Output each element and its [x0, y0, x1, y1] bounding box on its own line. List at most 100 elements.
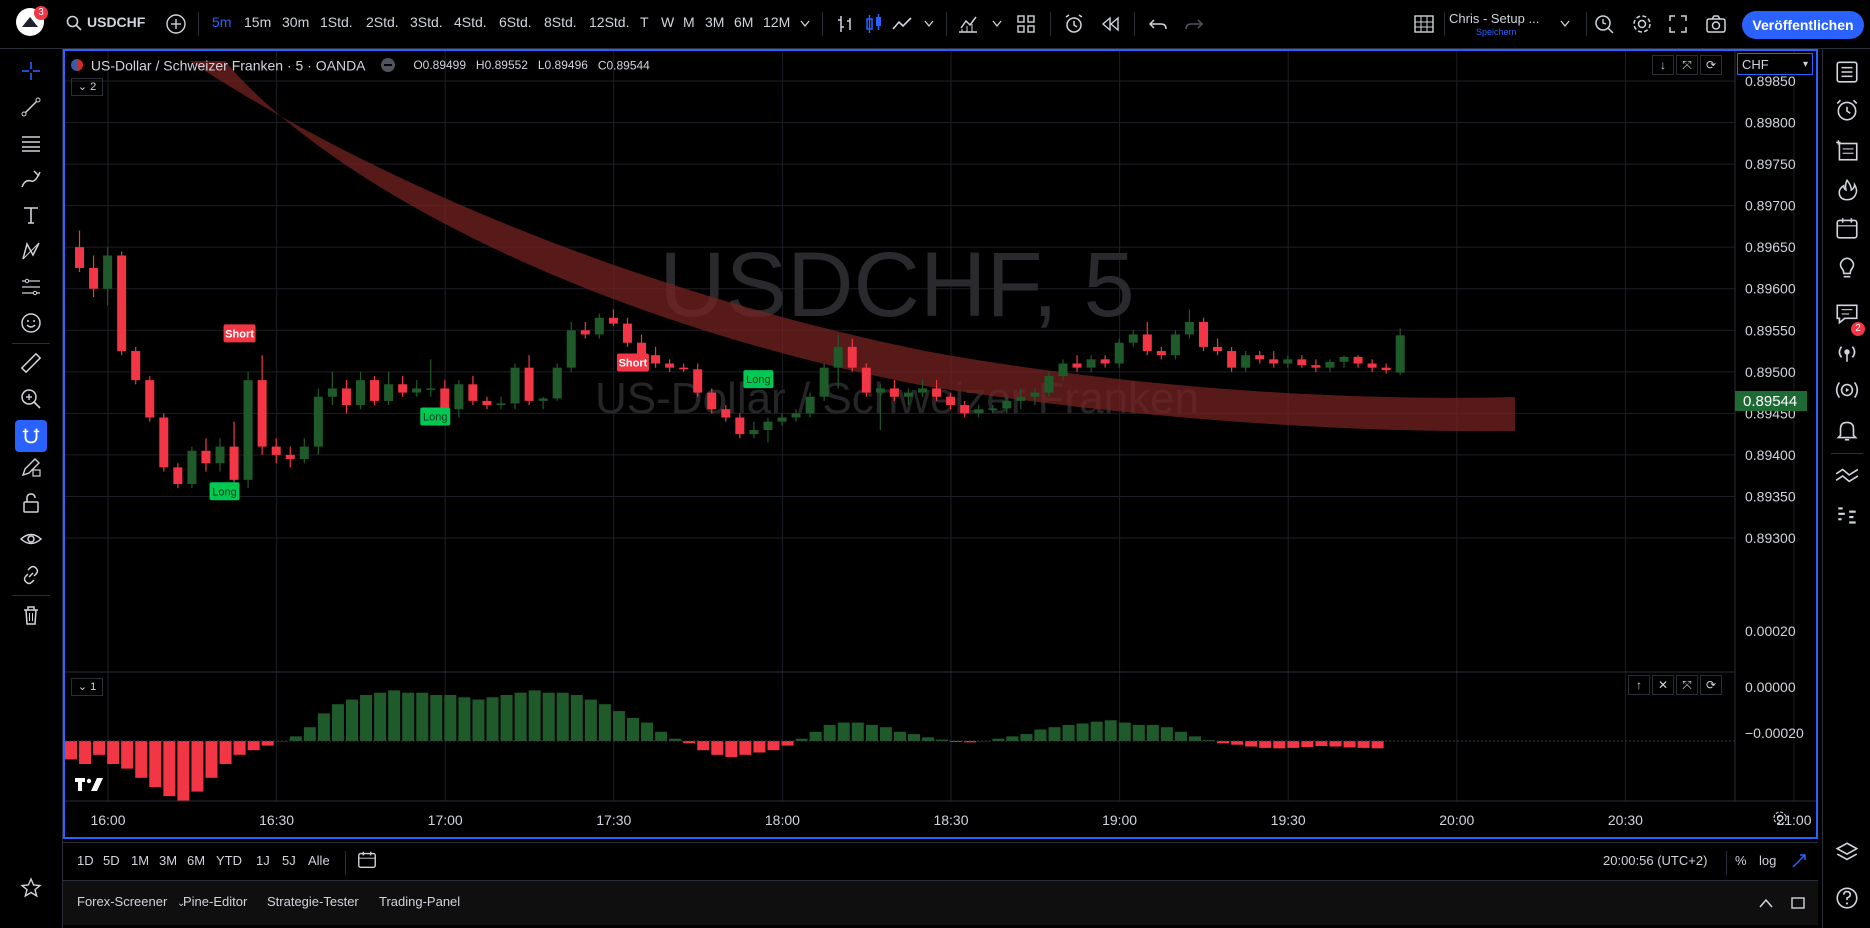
interval-30m[interactable]: 30m: [282, 14, 309, 30]
settings-gear-icon[interactable]: [1771, 809, 1789, 827]
interval-day[interactable]: T: [640, 14, 649, 30]
chevron-down-icon[interactable]: [1560, 20, 1570, 28]
move-pane-up-button[interactable]: ↑: [1628, 675, 1650, 695]
brush-icon[interactable]: [19, 167, 43, 191]
range-ytd[interactable]: YTD: [216, 853, 242, 868]
interval-4h[interactable]: 4Std.: [454, 14, 487, 30]
interval-month[interactable]: M: [683, 14, 695, 30]
eye-icon[interactable]: [19, 527, 43, 551]
playback-icon[interactable]: [1834, 377, 1860, 403]
tab-forex-screener[interactable]: Forex-Screener ⌄: [77, 894, 185, 909]
indicators-icon[interactable]: [956, 12, 980, 36]
watchlist-icon[interactable]: [1834, 59, 1860, 85]
interval-2h[interactable]: 2Std.: [366, 14, 399, 30]
fullscreen-icon[interactable]: [1666, 12, 1690, 36]
lock-icon[interactable]: [19, 491, 43, 515]
publish-button[interactable]: Veröffentlichen: [1742, 11, 1864, 39]
goto-date-calendar-icon[interactable]: [356, 849, 378, 871]
tab-trading-panel[interactable]: Trading-Panel: [379, 894, 460, 909]
range-6m[interactable]: 6M: [187, 853, 205, 868]
range-3m[interactable]: 3M: [159, 853, 177, 868]
price-chart[interactable]: USDCHF, 5 US-Dollar / Schweizer Franken …: [65, 51, 1816, 837]
indicator-pane-collapse-button[interactable]: ⌄ 1: [71, 678, 103, 696]
pine-waves-icon[interactable]: [1834, 463, 1860, 489]
interval-3h[interactable]: 3Std.: [410, 14, 443, 30]
interval-8h[interactable]: 8Std.: [544, 14, 577, 30]
log-scale-toggle[interactable]: log: [1759, 853, 1776, 868]
horizontal-lines-icon[interactable]: [19, 131, 43, 155]
auto-scale-icon[interactable]: [1791, 853, 1807, 869]
link-icon[interactable]: [19, 563, 43, 587]
alarm-add-icon[interactable]: [1062, 12, 1086, 36]
range-5d[interactable]: 5D: [103, 853, 120, 868]
interval-1h[interactable]: 1Std.: [320, 14, 353, 30]
watchlist-star-icon[interactable]: [19, 876, 43, 900]
range-all[interactable]: Alle: [308, 853, 330, 868]
trend-line-icon[interactable]: [19, 95, 43, 119]
stream-broadcast-icon[interactable]: [1834, 339, 1860, 365]
line-chart-type-icon[interactable]: [890, 12, 914, 36]
zoom-in-icon[interactable]: [19, 387, 43, 411]
close-pane-button[interactable]: ✕: [1652, 675, 1674, 695]
range-1d[interactable]: 1D: [77, 853, 94, 868]
camera-icon[interactable]: [1704, 12, 1728, 36]
layout-name[interactable]: Chris - Setup ...: [1449, 11, 1539, 26]
layout-save-status[interactable]: Speichern: [1476, 27, 1517, 37]
main-pane-collapse-button[interactable]: ⌄ 2: [71, 78, 103, 96]
range-1m[interactable]: 1M: [131, 853, 149, 868]
currency-selector[interactable]: CHF ▾: [1737, 53, 1813, 75]
tradingview-logo[interactable]: [75, 775, 105, 793]
chevron-down-icon[interactable]: [924, 20, 934, 28]
magnet-button[interactable]: [15, 420, 47, 452]
range-1y[interactable]: 1J: [256, 853, 270, 868]
move-pane-down-button[interactable]: ↓: [1652, 55, 1674, 75]
ruler-icon[interactable]: [19, 351, 43, 375]
clock-timezone[interactable]: 20:00:56 (UTC+2): [1603, 853, 1707, 868]
layers-icon[interactable]: [1834, 840, 1860, 866]
crosshair-icon[interactable]: [19, 59, 43, 83]
pattern-tool-icon[interactable]: [19, 239, 43, 263]
interval-6month[interactable]: 6M: [734, 14, 753, 30]
undo-icon[interactable]: [1146, 12, 1170, 36]
redo-icon[interactable]: [1182, 12, 1206, 36]
bar-chart-type-icon[interactable]: [834, 12, 858, 36]
symbol-title[interactable]: US-Dollar / Schweizer Franken · 5 · OAND…: [91, 57, 366, 73]
interval-15m[interactable]: 15m: [244, 14, 271, 30]
hotlists-flame-icon[interactable]: [1834, 177, 1860, 203]
templates-icon[interactable]: [1014, 12, 1038, 36]
symbol-search[interactable]: USDCHF: [87, 14, 145, 30]
object-tree-icon[interactable]: [1834, 137, 1860, 163]
emoji-icon[interactable]: [19, 311, 43, 335]
candles-chart-type-icon[interactable]: [862, 12, 886, 36]
percent-scale-toggle[interactable]: %: [1735, 853, 1747, 868]
tab-strategy-tester[interactable]: Strategie-Tester: [267, 894, 359, 909]
maximize-panel-icon[interactable]: [1790, 895, 1806, 911]
fib-tool-icon[interactable]: [19, 275, 43, 299]
tab-pine-editor[interactable]: Pine-Editor: [183, 894, 247, 909]
hide-legend-icon[interactable]: [381, 58, 396, 73]
trash-icon[interactable]: [19, 603, 43, 627]
interval-12h[interactable]: 12Std.: [589, 14, 629, 30]
interval-5m[interactable]: 5m: [212, 14, 231, 30]
dom-depth-icon[interactable]: [1834, 503, 1860, 529]
chevron-up-icon[interactable]: [1758, 897, 1774, 909]
quick-search-icon[interactable]: [1592, 12, 1616, 36]
lock-pencil-icon[interactable]: [19, 455, 43, 479]
settings-gear-icon[interactable]: [1630, 12, 1654, 36]
interval-week[interactable]: W: [661, 14, 674, 30]
alerts-clock-icon[interactable]: [1834, 97, 1860, 123]
replay-icon[interactable]: [1098, 12, 1122, 36]
chevron-down-icon[interactable]: [992, 20, 1002, 28]
collapse-indicator-pane-button[interactable]: ⤧: [1676, 675, 1698, 695]
ideas-lightbulb-icon[interactable]: [1834, 255, 1860, 281]
layout-grid-icon[interactable]: [1412, 12, 1436, 36]
interval-3month[interactable]: 3M: [705, 14, 724, 30]
notifications-bell-icon[interactable]: [1834, 417, 1860, 443]
maximize-pane-button[interactable]: ⟳: [1700, 55, 1722, 75]
chevron-down-icon[interactable]: [800, 20, 810, 28]
maximize-indicator-pane-button[interactable]: ⟳: [1700, 675, 1722, 695]
range-5y[interactable]: 5J: [282, 853, 296, 868]
interval-12month[interactable]: 12M: [763, 14, 790, 30]
interval-6h[interactable]: 6Std.: [499, 14, 532, 30]
search-icon[interactable]: [66, 15, 82, 31]
